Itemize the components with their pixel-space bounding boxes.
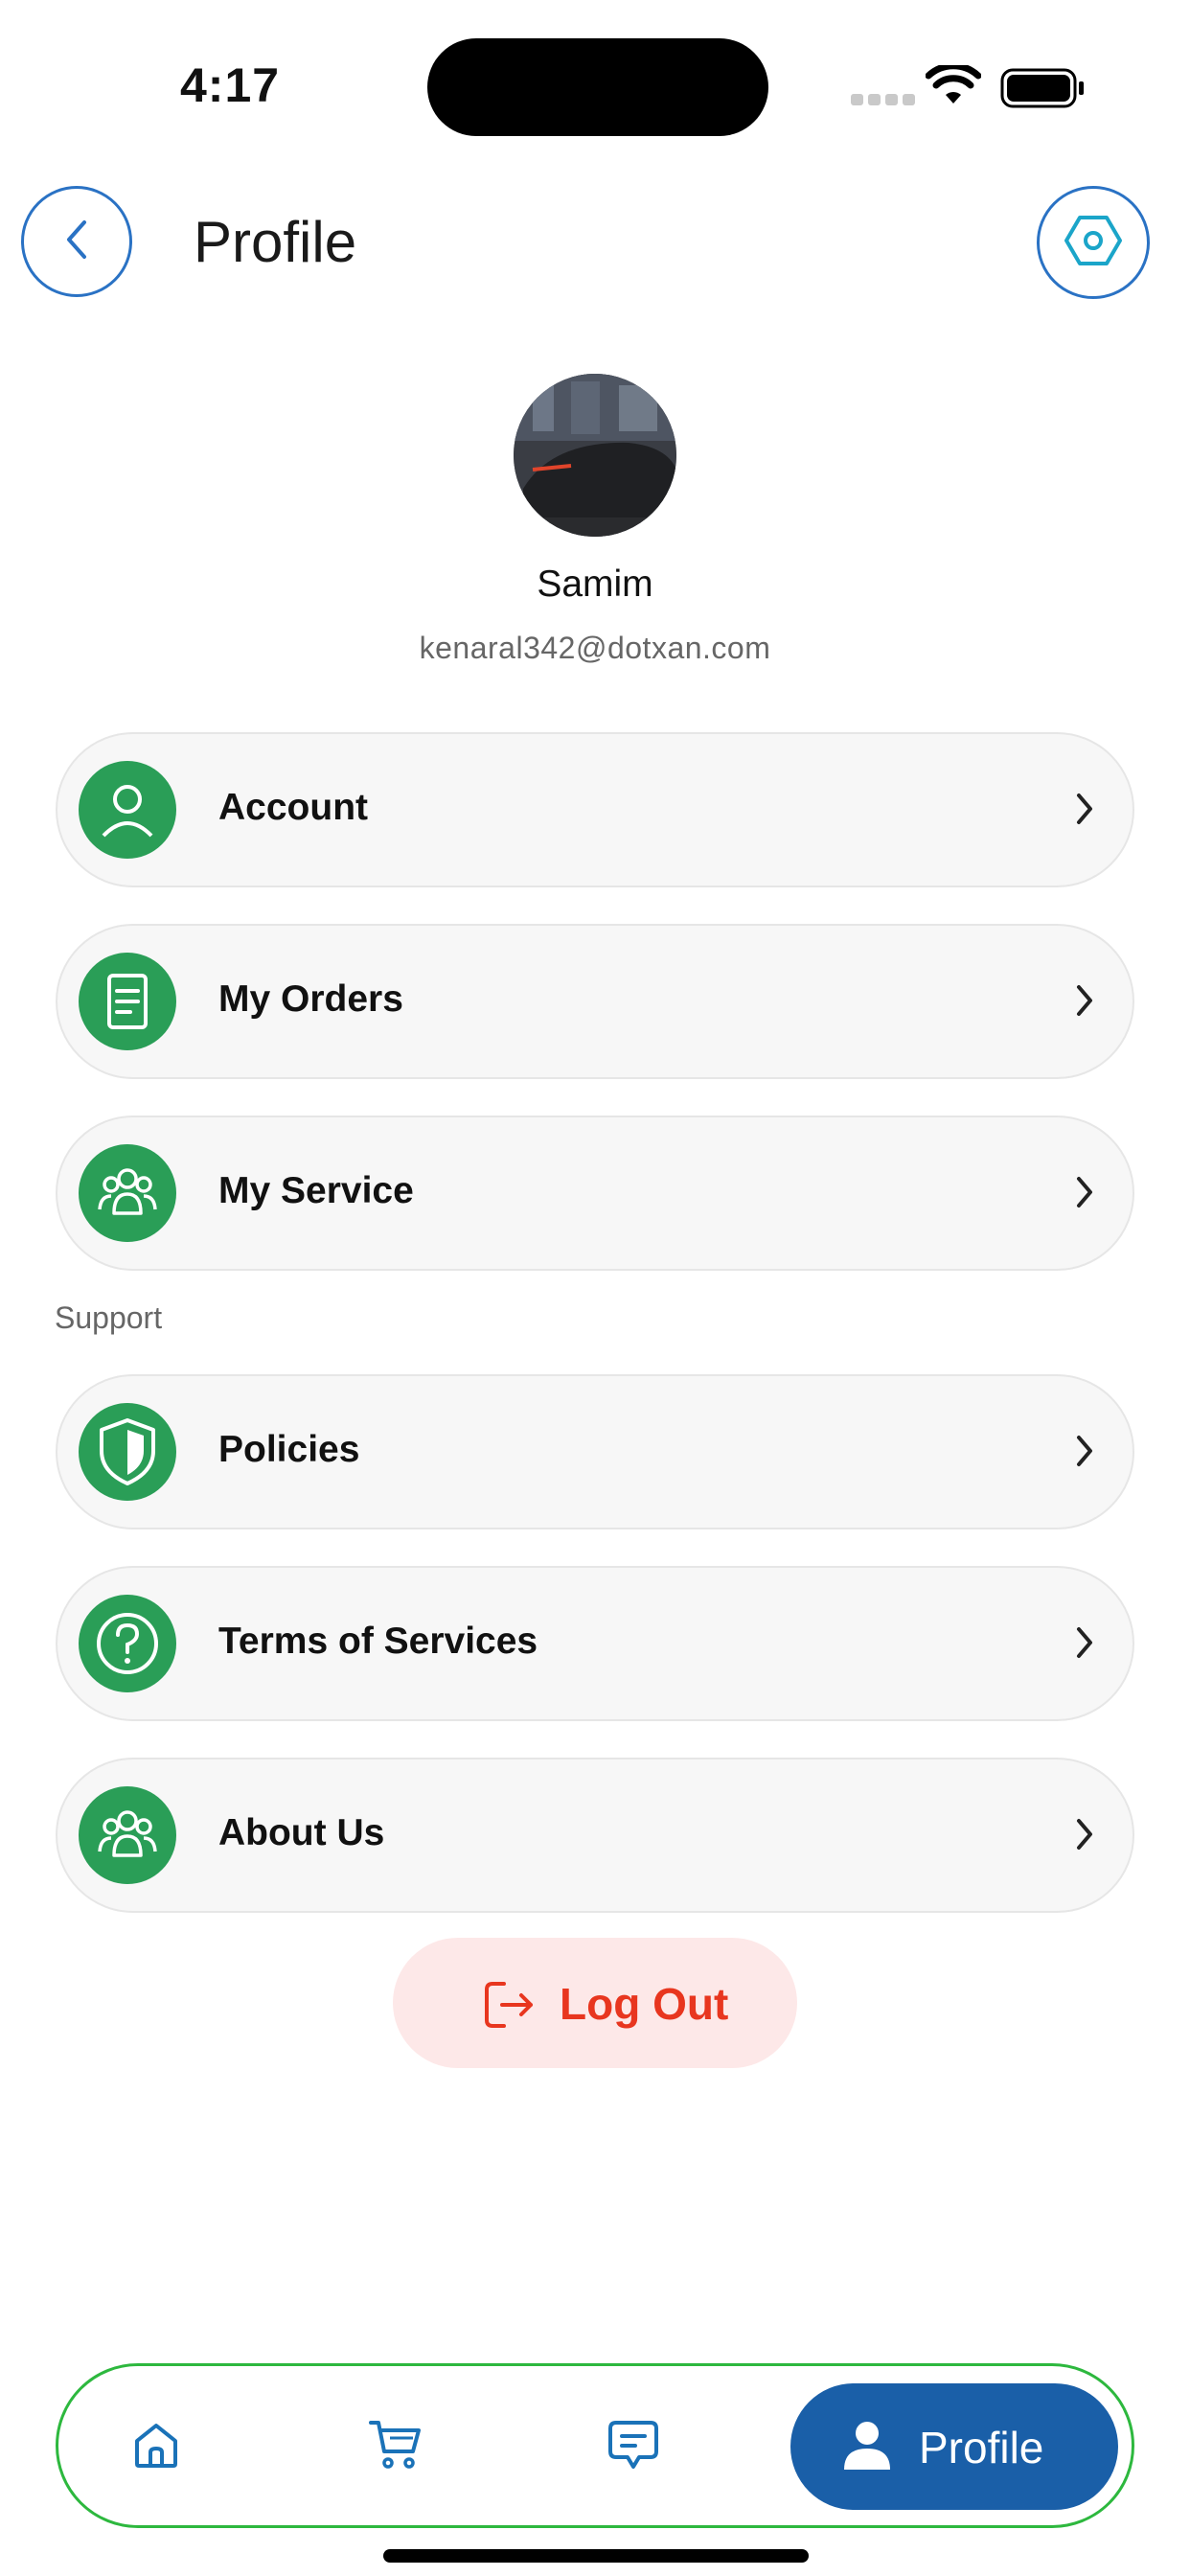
logout-icon — [481, 1978, 540, 2036]
bottom-nav: Profile — [56, 2363, 1134, 2528]
menu-item-label: Policies — [218, 1429, 360, 1470]
menu-item-my-service[interactable]: My Service — [56, 1116, 1134, 1271]
status-time: 4:17 — [180, 58, 281, 112]
chevron-right-icon — [1071, 788, 1098, 835]
chat-icon — [606, 2417, 660, 2477]
cart-icon — [367, 2417, 424, 2477]
menu-item-account[interactable]: Account — [56, 732, 1134, 887]
signal-dot-icon — [885, 94, 898, 105]
nav-profile-label: Profile — [919, 2423, 1044, 2472]
menu-item-about-us[interactable]: About Us — [56, 1758, 1134, 1913]
hexagon-settings-icon — [1064, 214, 1123, 272]
shield-icon — [79, 1403, 176, 1501]
nav-cart-button[interactable] — [363, 2414, 428, 2479]
home-indicator — [383, 2549, 809, 2563]
battery-icon — [1000, 67, 1087, 114]
section-label-support: Support — [55, 1300, 163, 1335]
chevron-right-icon — [1071, 1430, 1098, 1477]
user-email: kenaral342@dotxan.com — [419, 631, 771, 665]
menu-item-label: Account — [218, 787, 368, 828]
group-icon — [79, 1786, 176, 1884]
chevron-right-icon — [1071, 1813, 1098, 1860]
page-title: Profile — [194, 210, 357, 274]
document-list-icon — [79, 953, 176, 1050]
signal-dot-icon — [903, 94, 915, 105]
chevron-right-icon — [1071, 979, 1098, 1026]
wifi-icon — [925, 62, 982, 112]
menu-item-label: My Orders — [218, 978, 403, 1020]
home-icon — [129, 2418, 183, 2476]
menu-item-my-orders[interactable]: My Orders — [56, 924, 1134, 1079]
menu-item-label: About Us — [218, 1812, 385, 1853]
nav-profile-button[interactable]: Profile — [790, 2383, 1118, 2510]
chevron-left-icon — [57, 217, 96, 267]
menu-item-terms-of-services[interactable]: Terms of Services — [56, 1566, 1134, 1721]
question-circle-icon — [79, 1595, 176, 1692]
back-button[interactable] — [21, 186, 132, 297]
menu-item-policies[interactable]: Policies — [56, 1374, 1134, 1530]
chevron-right-icon — [1071, 1622, 1098, 1668]
menu-item-label: My Service — [218, 1170, 414, 1211]
dynamic-island — [427, 38, 768, 136]
user-name: Samim — [537, 564, 653, 605]
person-icon — [840, 2418, 894, 2478]
settings-button[interactable] — [1037, 186, 1150, 299]
menu-item-label: Terms of Services — [218, 1621, 538, 1662]
person-icon — [79, 761, 176, 859]
logout-button[interactable]: Log Out — [393, 1938, 797, 2068]
avatar — [514, 374, 676, 537]
signal-dot-icon — [851, 94, 863, 105]
group-icon — [79, 1144, 176, 1242]
signal-dot-icon — [868, 94, 881, 105]
nav-home-button[interactable] — [124, 2414, 189, 2479]
logout-label: Log Out — [560, 1979, 729, 2029]
nav-chat-button[interactable] — [601, 2414, 666, 2479]
chevron-right-icon — [1071, 1171, 1098, 1218]
